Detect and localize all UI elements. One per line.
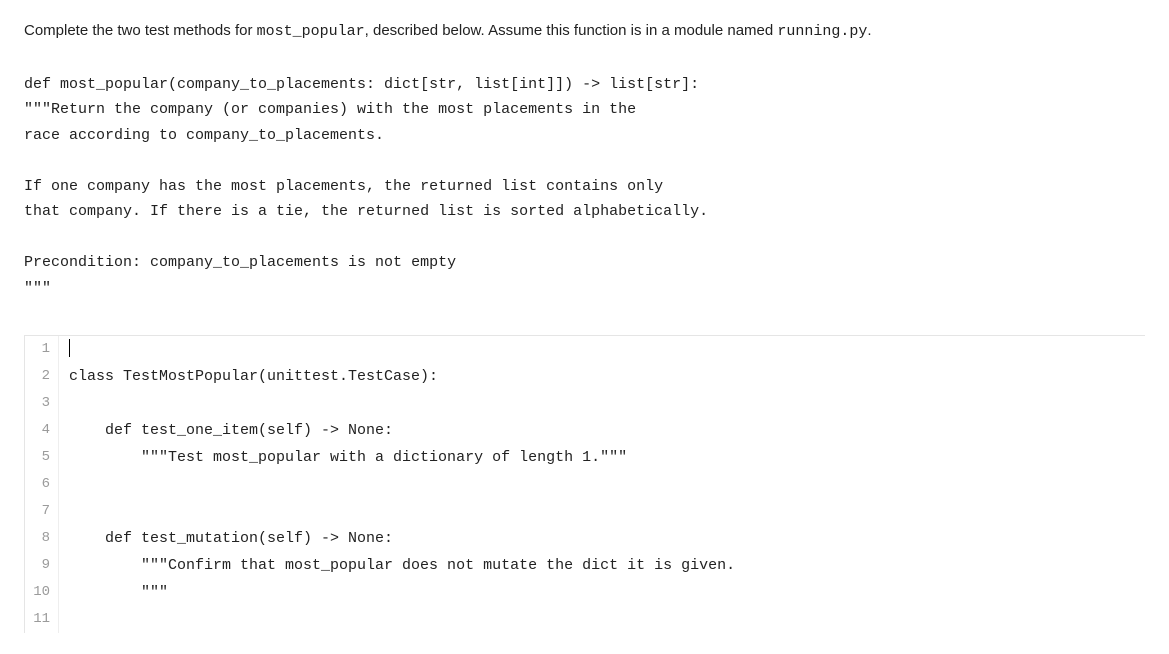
code-content[interactable]: class TestMostPopular(unittest.TestCase)… [59,363,1145,390]
code-content[interactable] [59,336,1145,363]
editor-line: 1 [25,336,1145,363]
line-number: 4 [25,417,59,444]
module-name-inline: running.py [777,23,867,40]
code-content[interactable] [59,498,1145,525]
editor-line: 7 [25,498,1145,525]
instruction-text-suffix: . [867,22,871,39]
line-number: 1 [25,336,59,363]
line-number: 6 [25,471,59,498]
code-content[interactable]: """Confirm that most_popular does not mu… [59,552,1145,579]
editor-line: 9 """Confirm that most_popular does not … [25,552,1145,579]
code-content[interactable] [59,606,1145,633]
line-number: 2 [25,363,59,390]
line-number: 7 [25,498,59,525]
code-content[interactable] [59,471,1145,498]
function-name-inline: most_popular [257,23,365,40]
line-number: 11 [25,606,59,633]
editor-line: 10 """ [25,579,1145,606]
editor-line: 4 def test_one_item(self) -> None: [25,417,1145,444]
code-content[interactable] [59,390,1145,417]
line-number: 9 [25,552,59,579]
editor-line: 8 def test_mutation(self) -> None: [25,525,1145,552]
instruction-paragraph: Complete the two test methods for most_p… [24,20,1145,44]
instruction-text-middle: , described below. Assume this function … [365,22,778,39]
editor-line: 6 [25,471,1145,498]
function-docstring-block: def most_popular(company_to_placements: … [24,72,1145,302]
editor-line: 2 class TestMostPopular(unittest.TestCas… [25,363,1145,390]
line-number: 3 [25,390,59,417]
code-content[interactable]: def test_mutation(self) -> None: [59,525,1145,552]
text-cursor [69,339,70,357]
line-number: 10 [25,579,59,606]
editor-line: 3 [25,390,1145,417]
line-number: 8 [25,525,59,552]
code-content[interactable]: def test_one_item(self) -> None: [59,417,1145,444]
editor-line: 11 [25,606,1145,633]
code-content[interactable]: """Test most_popular with a dictionary o… [59,444,1145,471]
line-number: 5 [25,444,59,471]
code-content[interactable]: """ [59,579,1145,606]
instruction-text-prefix: Complete the two test methods for [24,22,257,39]
editor-line: 5 """Test most_popular with a dictionary… [25,444,1145,471]
code-editor[interactable]: 1 2 class TestMostPopular(unittest.TestC… [24,335,1145,633]
